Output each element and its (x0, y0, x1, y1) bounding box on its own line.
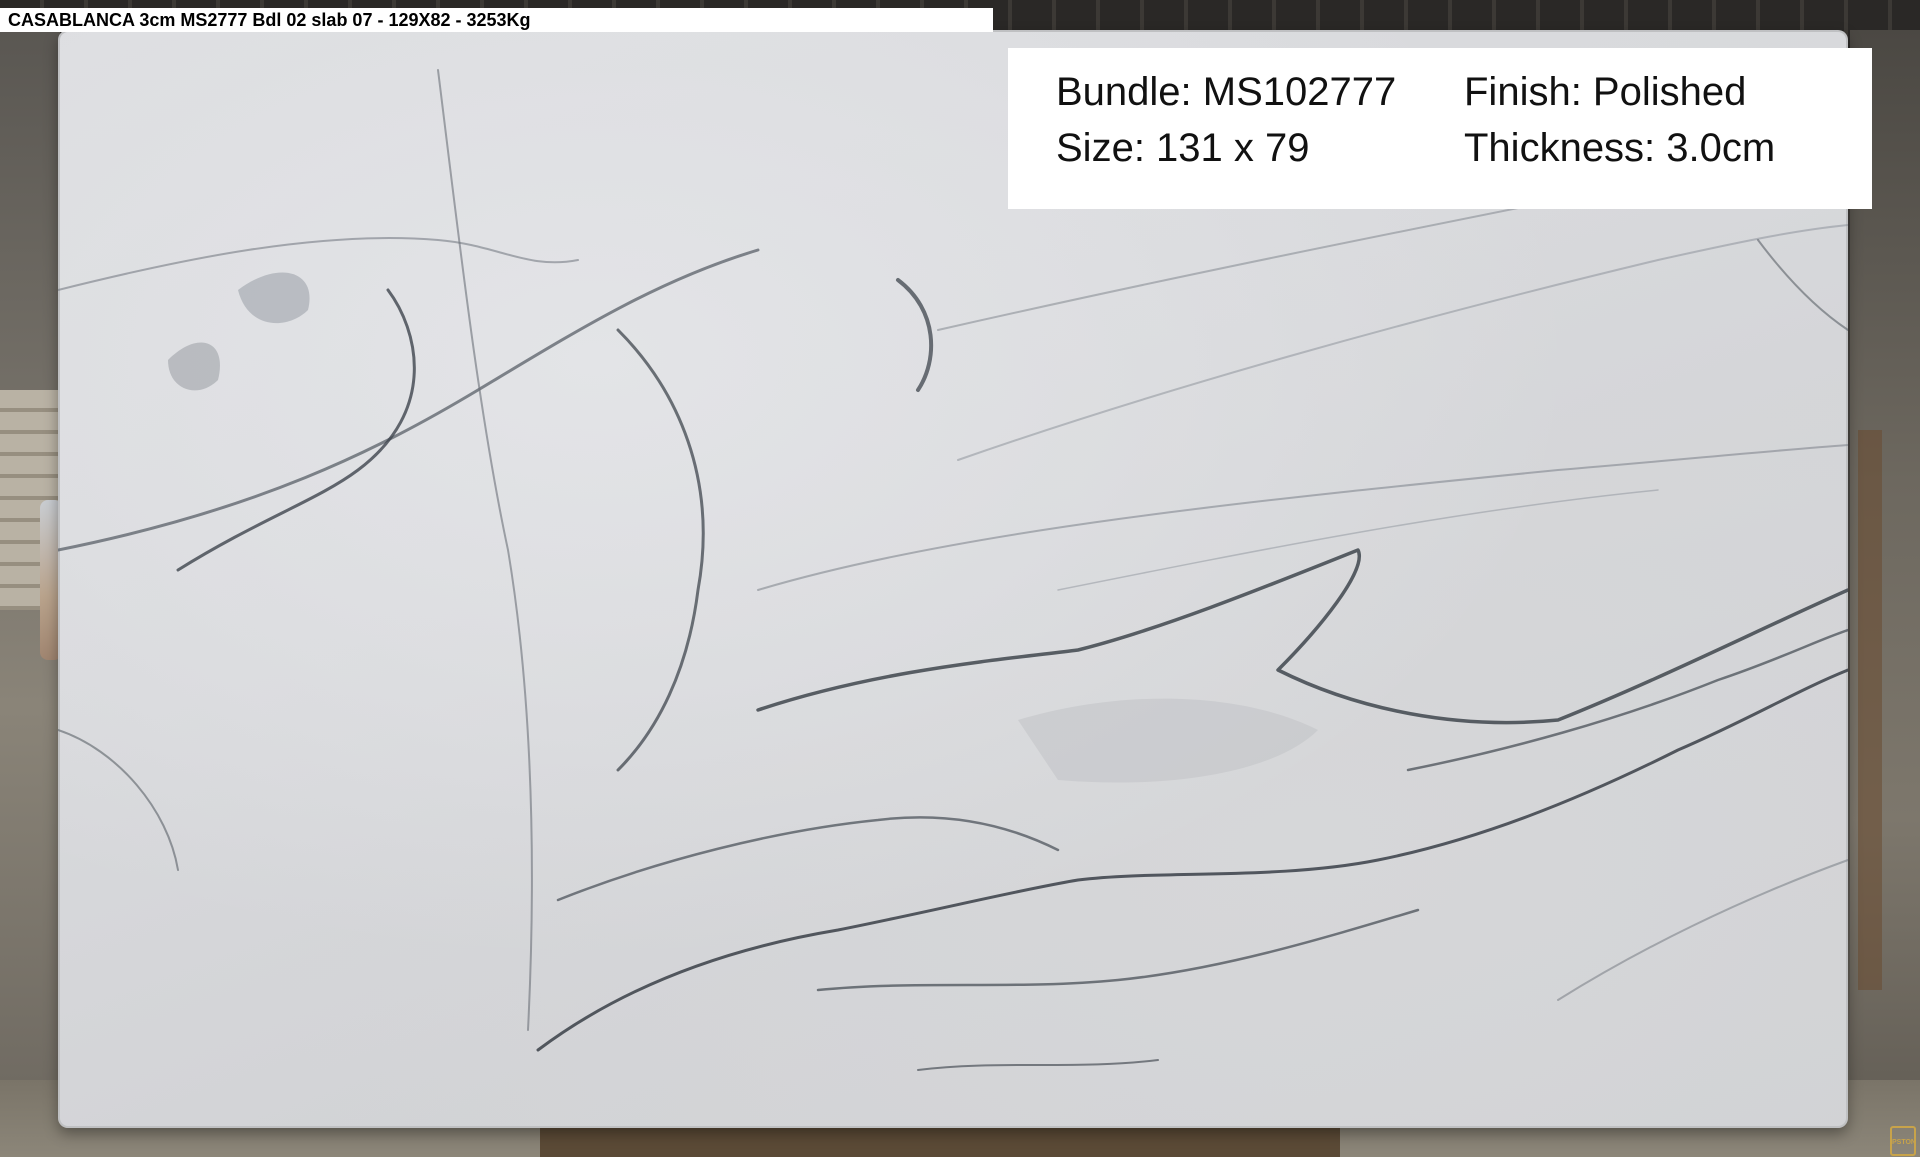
slab-caption: CASABLANCA 3cm MS2777 Bdl 02 slab 07 - 1… (0, 8, 993, 32)
size-label: Size: 131 x 79 (1056, 126, 1310, 170)
right-pillar (1858, 430, 1882, 990)
bundle-label: Bundle: MS102777 (1056, 70, 1397, 114)
slab-info-panel: Bundle: MS102777 Size: 131 x 79 Finish: … (1008, 48, 1872, 209)
photo-scene: CASABLANCA 3cm MS2777 Bdl 02 slab 07 - 1… (0, 0, 1920, 1157)
brand-watermark-logo: PSTONE (1890, 1126, 1916, 1156)
finish-label: Finish: Polished (1464, 70, 1747, 114)
thickness-label: Thickness: 3.0cm (1464, 126, 1776, 170)
